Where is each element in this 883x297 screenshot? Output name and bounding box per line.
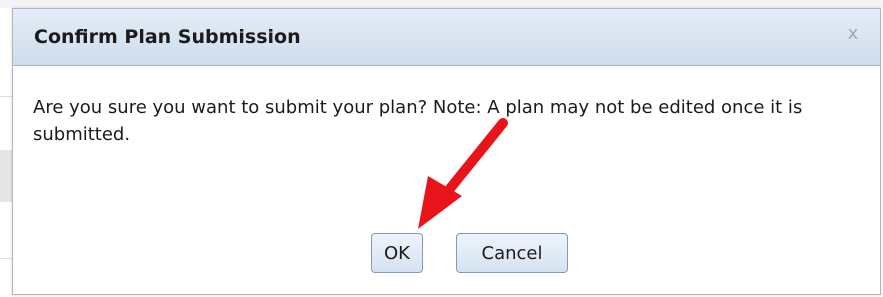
confirm-dialog: Confirm Plan Submission x Are you sure y… <box>12 8 881 295</box>
background-divider <box>0 258 12 259</box>
background-page-edge <box>0 150 12 202</box>
background-page <box>0 0 883 8</box>
dialog-message: Are you sure you want to submit your pla… <box>33 97 803 145</box>
ok-button[interactable]: OK <box>371 233 423 273</box>
dialog-titlebar[interactable]: Confirm Plan Submission x <box>13 9 880 66</box>
screen: Confirm Plan Submission x Are you sure y… <box>0 0 883 297</box>
close-icon[interactable]: x <box>842 23 864 45</box>
cancel-button[interactable]: Cancel <box>456 233 568 273</box>
background-divider <box>0 96 12 97</box>
dialog-title: Confirm Plan Submission <box>34 26 301 48</box>
